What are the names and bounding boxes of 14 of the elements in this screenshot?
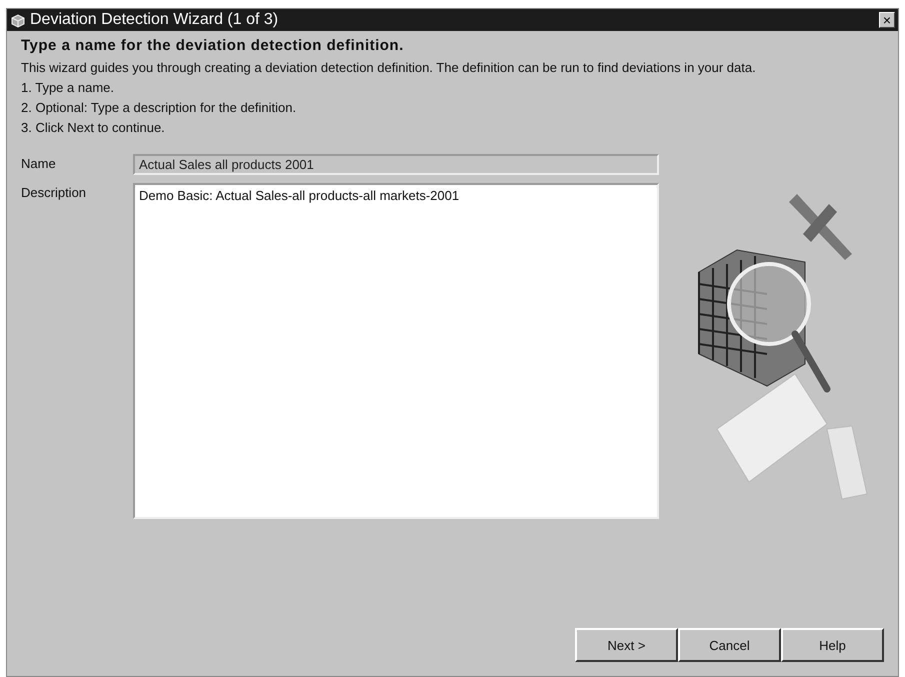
wizard-button[interactable]: Help bbox=[781, 628, 884, 662]
intro-text: This wizard guides you through creating a deviation detection definition. The definition can be run to find deviations in your data. bbox=[21, 59, 757, 77]
field-label: Name bbox=[21, 155, 57, 173]
step-text: 1. Type a name. bbox=[21, 79, 115, 97]
field-label: Description bbox=[21, 184, 88, 202]
window-title: Deviation Detection Wizard (1 of 3) bbox=[30, 11, 280, 29]
step-text: 3. Click Next to continue. bbox=[21, 119, 166, 137]
cube-icon bbox=[10, 12, 26, 28]
close-button[interactable]: × bbox=[879, 12, 895, 28]
wizard-button[interactable]: Cancel bbox=[678, 628, 781, 662]
step-text: 2. Optional: Type a description for the definition. bbox=[21, 99, 298, 117]
wizard-button[interactable]: Next > bbox=[575, 628, 678, 662]
page-heading: Type a name for the deviation detection definition. bbox=[21, 37, 405, 54]
description-field[interactable]: Demo Basic: Actual Sales-all products-all markets-2001 bbox=[133, 183, 659, 519]
